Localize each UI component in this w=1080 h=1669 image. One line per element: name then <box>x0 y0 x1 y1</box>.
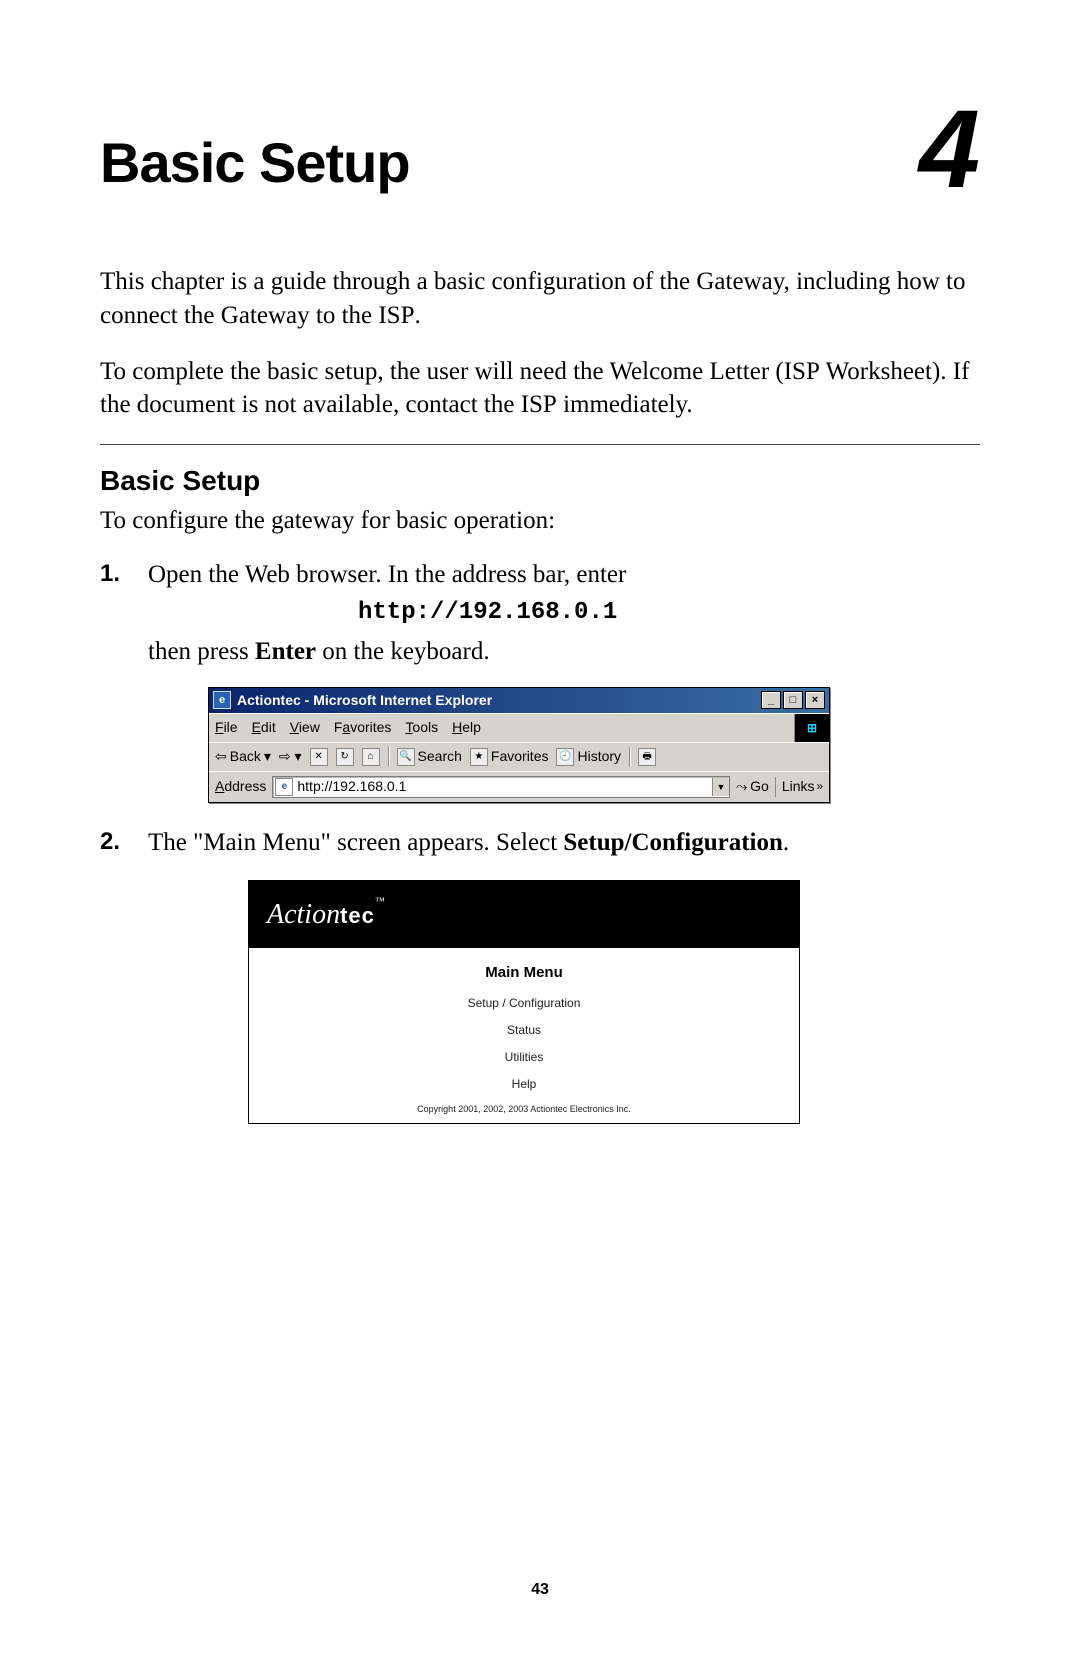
ie-window-title: Actiontec - Microsoft Internet Explorer <box>237 691 761 711</box>
menu-help[interactable]: Help <box>452 718 481 738</box>
page-favicon-icon: e <box>275 778 293 796</box>
step-1-url: http://192.168.0.1 <box>358 596 980 630</box>
search-button[interactable]: 🔍Search <box>397 747 462 767</box>
menu-help[interactable]: Help <box>249 1076 799 1093</box>
intro-paragraph-2: To complete the basic setup, the user wi… <box>100 355 980 423</box>
step-2: The "Main Menu" screen appears. Select S… <box>100 825 980 1124</box>
chapter-number: 4 <box>919 106 980 194</box>
menu-view[interactable]: View <box>290 718 320 738</box>
minimize-button[interactable]: _ <box>761 691 781 709</box>
menu-utilities[interactable]: Utilities <box>249 1049 799 1066</box>
refresh-icon[interactable]: ↻ <box>336 748 354 766</box>
favorites-button[interactable]: ★Favorites <box>470 747 549 767</box>
favorites-icon: ★ <box>470 748 488 766</box>
main-menu-title: Main Menu <box>249 962 799 983</box>
intro-paragraph-1: This chapter is a guide through a basic … <box>100 265 980 333</box>
menu-edit[interactable]: Edit <box>252 718 276 738</box>
ie-address-bar: Address e http://192.168.0.1 ▼ ⤳Go Links… <box>209 771 829 802</box>
menu-file[interactable]: File <box>215 718 238 738</box>
stop-icon[interactable]: ✕ <box>310 748 328 766</box>
history-button[interactable]: 🕘History <box>556 747 621 767</box>
go-icon: ⤳ <box>736 777 747 797</box>
ie-titlebar: e Actiontec - Microsoft Internet Explore… <box>209 688 829 714</box>
intro-block: This chapter is a guide through a basic … <box>100 265 980 422</box>
back-button[interactable]: ⇦Back ▾ <box>215 747 271 767</box>
address-label: Address <box>215 777 266 797</box>
address-dropdown-icon[interactable]: ▼ <box>712 778 729 796</box>
go-button[interactable]: ⤳Go <box>736 777 769 797</box>
section-lead: To configure the gateway for basic opera… <box>100 507 980 535</box>
ie-browser-figure: e Actiontec - Microsoft Internet Explore… <box>208 687 830 804</box>
address-value: http://192.168.0.1 <box>297 777 712 797</box>
step-1: Open the Web browser. In the address bar… <box>100 557 980 803</box>
ie-app-icon: e <box>213 691 231 709</box>
toolbar-separator <box>629 747 630 767</box>
print-icon[interactable]: 🖶 <box>638 748 656 766</box>
ie-menubar: File Edit View Favorites Tools Help ⊞ <box>209 713 829 742</box>
actiontec-menu-figure: Actiontec™ Main Menu Setup / Configurati… <box>248 880 800 1124</box>
ie-throbber-icon: ⊞ <box>794 714 829 742</box>
toolbar-separator <box>388 747 389 767</box>
history-icon: 🕘 <box>556 748 574 766</box>
actiontec-logo: Actiontec™ <box>249 881 799 948</box>
links-button[interactable]: Links » <box>775 777 823 797</box>
copyright-text: Copyright 2001, 2002, 2003 Actiontec Ele… <box>249 1103 799 1116</box>
menu-tools[interactable]: Tools <box>405 718 438 738</box>
maximize-button[interactable]: □ <box>783 691 803 709</box>
menu-status[interactable]: Status <box>249 1022 799 1039</box>
page-number: 43 <box>0 1581 1080 1599</box>
forward-button[interactable]: ⇨ ▾ <box>279 747 302 767</box>
address-input[interactable]: e http://192.168.0.1 ▼ <box>272 776 730 798</box>
chapter-title: Basic Setup <box>100 130 410 195</box>
ie-toolbar: ⇦Back ▾ ⇨ ▾ ✕ ↻ ⌂ 🔍Search ★Favorites 🕘Hi… <box>209 742 829 771</box>
search-icon: 🔍 <box>397 748 415 766</box>
close-button[interactable]: × <box>805 691 825 709</box>
menu-setup-configuration[interactable]: Setup / Configuration <box>249 995 799 1012</box>
menu-favorites[interactable]: Favorites <box>334 718 392 738</box>
section-title: Basic Setup <box>100 465 980 497</box>
home-icon[interactable]: ⌂ <box>362 748 380 766</box>
section-rule <box>100 444 980 445</box>
